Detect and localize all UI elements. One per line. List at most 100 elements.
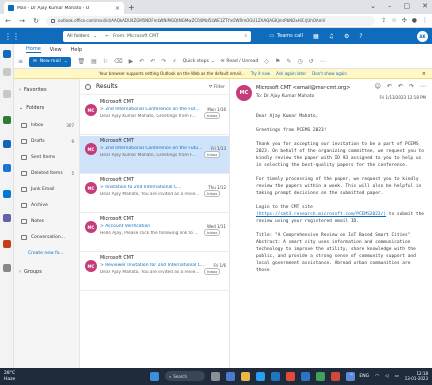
try-it-now-link[interactable]: Try it now [251,71,270,76]
onedrive-app-icon[interactable] [3,190,11,198]
hamburger-menu-icon[interactable]: ≡ [18,58,23,65]
folder-drafts[interactable]: Drafts 9 [18,135,78,147]
chat-icon[interactable] [226,371,235,381]
new-tab-button[interactable]: + [128,3,135,12]
new-mail-button[interactable]: ✉ New mail ⌄ [29,56,72,67]
more-options-icon[interactable]: ⋯ [420,83,426,90]
categorize-icon[interactable]: ◇ [264,58,269,65]
move-to-icon[interactable]: ▶ [129,58,134,65]
language[interactable]: ENG [359,374,369,379]
forward-icon[interactable]: ↷ [409,83,414,90]
undo-icon[interactable]: ↺ [309,58,314,65]
sender-address[interactable]: Microsoft CMT <email@msr-cmt.org> [256,85,350,91]
reply-icon[interactable]: ↶ [139,58,144,65]
powerpoint-taskbar-icon[interactable] [331,371,340,381]
quick-steps-button[interactable]: Quick steps ⌄ [183,59,215,64]
archive-icon[interactable]: ▤ [91,58,97,65]
read-unread-button[interactable]: ✉ Read / Unread [221,59,259,64]
tab-view[interactable]: View [50,47,62,53]
extensions-icon[interactable]: ✣ [402,17,407,24]
store-icon[interactable] [271,371,280,381]
forward-icon[interactable]: ↷ [161,58,166,65]
volume-icon[interactable]: ◁ [385,374,388,379]
bookmark-star-icon[interactable]: ☆ [391,17,396,24]
excel-app-icon[interactable] [3,116,11,124]
create-new-folder-link[interactable]: Create new fo... [28,251,64,256]
folders-header[interactable]: ⌄ Folders [19,105,44,111]
back-icon[interactable]: ← [4,17,12,25]
filter-button[interactable]: ⛛ Filter [209,84,225,90]
help-icon[interactable]: ? [359,33,362,40]
report-icon[interactable]: ⚐ [103,58,108,65]
pin-icon[interactable]: ✎ [286,58,291,65]
folder-inbox[interactable]: Inbox 307 [18,119,78,131]
more-apps-icon[interactable] [3,264,11,272]
todo-app-icon[interactable] [3,164,11,172]
taskbar-search[interactable]: ⌕ Search [165,371,205,381]
close-window-button[interactable]: ✕ [422,2,428,10]
delete-icon[interactable]: 🗑 [77,58,85,65]
forward-icon[interactable]: → [18,17,26,25]
start-icon[interactable] [150,371,159,381]
task-view-icon[interactable] [211,371,220,381]
list-item[interactable]: MC Microsoft CMT > Account Verification W… [80,214,229,252]
edge-icon[interactable] [256,371,265,381]
list-item-selected[interactable]: MC Microsoft CMT > 2nd International Con… [80,136,229,174]
favorites-header[interactable]: › Favorites [19,87,47,93]
tab-help[interactable]: Help [71,47,82,53]
reload-icon[interactable]: ↻ [32,17,40,25]
dont-show-link[interactable]: Don't show again [312,71,347,76]
calendar-app-icon[interactable] [3,68,11,76]
reply-icon[interactable]: ↶ [387,83,392,90]
folder-archive[interactable]: Archive [18,199,78,211]
weather-widget[interactable]: 28°C Haze [4,371,15,383]
myday-icon[interactable]: ▦ [313,33,319,40]
word-taskbar-icon[interactable] [301,371,310,381]
list-item[interactable]: MC Microsoft CMT > Invitation to 2nd Int… [80,175,229,213]
browser-menu-icon[interactable]: ⋮ [422,17,428,24]
notification-bell-icon[interactable]: ♫ [329,33,334,40]
list-item[interactable]: MC Microsoft CMT > Reviewer Invitation f… [80,253,229,291]
reply-all-icon[interactable]: ↶ [150,58,155,65]
folder-notes[interactable]: Notes [18,215,78,227]
settings-gear-icon[interactable]: ⚙ [344,33,349,40]
avatar[interactable]: AK [417,30,428,42]
share-icon[interactable]: ⇪ [381,17,386,24]
zap-icon[interactable]: ⚡ [172,58,176,65]
browser-tab[interactable]: Mail - Dr Ajay Kumar Mahato - O × [4,2,124,14]
search-box[interactable]: ← From: Microsoft CMT ⌕ [101,30,252,42]
back-arrow-icon[interactable]: ← [105,34,109,39]
tab-home[interactable]: Home [26,46,41,53]
list-item[interactable]: MC Microsoft CMT > 2nd International Con… [80,97,229,135]
search-scope-dropdown[interactable]: All folders ⌄ [63,30,102,42]
file-explorer-icon[interactable] [241,371,250,381]
profile-icon[interactable]: ● [412,17,417,24]
tab-search-icon[interactable]: ⌄ [370,2,376,10]
excel-taskbar-icon[interactable] [316,371,325,381]
snooze-icon[interactable]: ◷ [297,58,302,65]
chevron-up-icon[interactable]: ^ [350,374,354,379]
maximize-button[interactable]: ▢ [404,2,411,10]
flag-icon[interactable]: ⚑ [275,58,280,65]
wifi-icon[interactable]: ◠ [375,374,379,379]
powerpoint-app-icon[interactable] [3,240,11,248]
ask-later-link[interactable]: Ask again later [276,71,306,76]
react-icon[interactable]: ☺ [375,83,381,90]
reply-all-icon[interactable]: ↶ [398,83,403,90]
close-tab-icon[interactable]: × [115,5,120,12]
url-field[interactable]: outlook.office.com/mail/id/AAQkADU4ZGM5N… [46,15,376,26]
more-options-icon[interactable]: ⋯ [320,58,326,65]
mail-app-icon[interactable] [3,50,11,58]
sweep-icon[interactable]: ⌫ [114,58,122,65]
close-icon[interactable]: × [422,71,426,77]
teams-call-button[interactable]: ▭ Teams call [269,33,303,39]
select-all-checkbox[interactable] [85,83,91,90]
people-app-icon[interactable] [3,90,11,98]
folder-sent[interactable]: Sent Items [18,151,78,163]
groups-header[interactable]: › Groups [19,269,42,275]
clock[interactable]: 12:18 13-01-2023 [405,371,428,381]
search-icon[interactable]: ⌕ [245,33,248,39]
chrome-icon[interactable] [286,371,295,381]
folder-junk[interactable]: Junk Email [18,183,78,195]
minimize-button[interactable]: – [388,2,392,10]
